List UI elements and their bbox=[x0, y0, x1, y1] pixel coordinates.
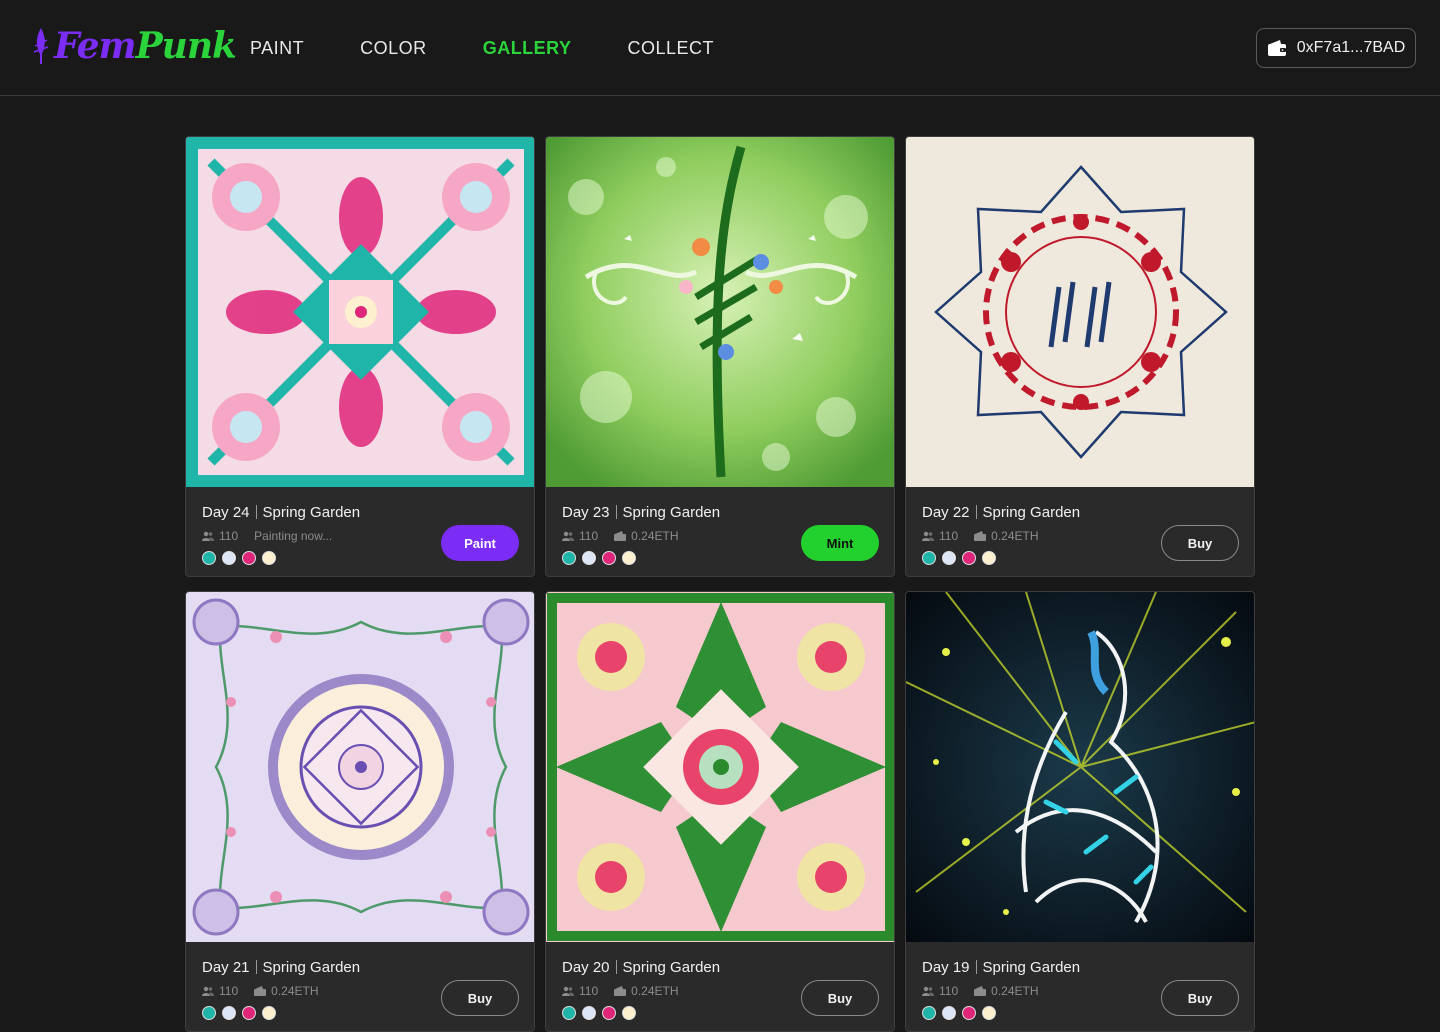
color-swatch bbox=[982, 551, 996, 565]
buy-button[interactable]: Buy bbox=[1161, 525, 1239, 561]
card-price: 0.24ETH bbox=[631, 984, 679, 998]
card-meta: 110 0.24ETH bbox=[922, 529, 1055, 543]
nav-color[interactable]: COLOR bbox=[360, 36, 427, 60]
users-icon bbox=[922, 531, 934, 541]
color-swatch bbox=[622, 1006, 636, 1020]
color-swatch bbox=[622, 551, 636, 565]
color-swatch bbox=[962, 1006, 976, 1020]
color-swatch bbox=[262, 551, 276, 565]
artwork-image-day-20[interactable] bbox=[546, 592, 894, 942]
artwork-card[interactable]: Day 21 Spring Garden 110 0.24ETH Buy bbox=[185, 591, 535, 1032]
card-meta: 110 0.24ETH bbox=[562, 529, 695, 543]
artwork-image-day-22[interactable] bbox=[906, 137, 1254, 487]
color-palette bbox=[202, 1006, 276, 1020]
card-title: Day 23 Spring Garden bbox=[562, 504, 721, 521]
card-price: 0.24ETH bbox=[631, 529, 679, 543]
color-swatch bbox=[962, 551, 976, 565]
gallery-grid: Day 24 Spring Garden 110 Painting now... … bbox=[185, 136, 1255, 1032]
color-swatch bbox=[982, 1006, 996, 1020]
card-title: Day 19 Spring Garden bbox=[922, 959, 1081, 976]
card-title: Day 20 Spring Garden bbox=[562, 959, 721, 976]
owner-count: 110 bbox=[939, 984, 959, 998]
color-palette bbox=[922, 1006, 996, 1020]
users-icon bbox=[562, 986, 574, 996]
nav-gallery[interactable]: GALLERY bbox=[483, 36, 572, 60]
color-swatch bbox=[922, 551, 936, 565]
color-swatch bbox=[222, 1006, 236, 1020]
color-swatch bbox=[922, 1006, 936, 1020]
color-swatch bbox=[262, 1006, 276, 1020]
artwork-image-day-23[interactable] bbox=[546, 137, 894, 487]
owner-count: 110 bbox=[219, 984, 239, 998]
users-icon bbox=[922, 986, 934, 996]
buy-button[interactable]: Buy bbox=[1161, 980, 1239, 1016]
paint-button[interactable]: Paint bbox=[441, 525, 519, 561]
wallet-icon bbox=[1267, 40, 1286, 56]
card-title: Day 24 Spring Garden bbox=[202, 504, 361, 521]
color-swatch bbox=[602, 1006, 616, 1020]
top-header: FemPunk PAINT COLOR GALLERY COLLECT 0xF7… bbox=[0, 0, 1440, 96]
wallet-address: 0xF7a1...7BAD bbox=[1296, 39, 1406, 56]
price-tag-icon bbox=[614, 986, 627, 996]
users-icon bbox=[202, 531, 214, 541]
price-tag-icon bbox=[254, 986, 267, 996]
owner-count: 110 bbox=[939, 529, 959, 543]
card-status: Painting now... bbox=[254, 529, 333, 543]
mint-button[interactable]: Mint bbox=[801, 525, 879, 561]
color-swatch bbox=[242, 1006, 256, 1020]
color-palette bbox=[562, 551, 636, 565]
wallet-button[interactable]: 0xF7a1...7BAD bbox=[1256, 28, 1416, 68]
price-tag-icon bbox=[974, 531, 987, 541]
artwork-image-day-19[interactable] bbox=[906, 592, 1254, 942]
artwork-image-day-21[interactable] bbox=[186, 592, 534, 942]
users-icon bbox=[202, 986, 214, 996]
color-swatch bbox=[202, 1006, 216, 1020]
color-swatch bbox=[942, 1006, 956, 1020]
card-title: Day 21 Spring Garden bbox=[202, 959, 361, 976]
card-price: 0.24ETH bbox=[991, 984, 1039, 998]
feather-icon bbox=[33, 28, 49, 64]
artwork-card[interactable]: Day 20 Spring Garden 110 0.24ETH Buy bbox=[545, 591, 895, 1032]
owner-count: 110 bbox=[219, 529, 239, 543]
main-nav: PAINT COLOR GALLERY COLLECT bbox=[250, 36, 770, 60]
artwork-image-day-24[interactable] bbox=[186, 137, 534, 487]
owner-count: 110 bbox=[579, 529, 599, 543]
buy-button[interactable]: Buy bbox=[801, 980, 879, 1016]
price-tag-icon bbox=[614, 531, 627, 541]
logo-punk-text: Punk bbox=[135, 25, 237, 67]
color-palette bbox=[922, 551, 996, 565]
color-palette bbox=[562, 1006, 636, 1020]
fempunk-logo[interactable]: FemPunk bbox=[32, 18, 237, 74]
price-tag-icon bbox=[974, 986, 987, 996]
artwork-card[interactable]: Day 23 Spring Garden 110 0.24ETH Mint bbox=[545, 136, 895, 577]
card-title: Day 22 Spring Garden bbox=[922, 504, 1081, 521]
logo-fem-text: Fem bbox=[54, 25, 137, 67]
nav-paint[interactable]: PAINT bbox=[250, 36, 304, 60]
color-swatch bbox=[202, 551, 216, 565]
card-price: 0.24ETH bbox=[991, 529, 1039, 543]
color-palette bbox=[202, 551, 276, 565]
color-swatch bbox=[582, 551, 596, 565]
artwork-card[interactable]: Day 22 Spring Garden 110 0.24ETH Buy bbox=[905, 136, 1255, 577]
card-price: 0.24ETH bbox=[271, 984, 319, 998]
color-swatch bbox=[942, 551, 956, 565]
color-swatch bbox=[222, 551, 236, 565]
color-swatch bbox=[562, 1006, 576, 1020]
card-meta: 110 Painting now... bbox=[202, 529, 348, 543]
artwork-card[interactable]: Day 19 Spring Garden 110 0.24ETH Buy bbox=[905, 591, 1255, 1032]
color-swatch bbox=[562, 551, 576, 565]
card-meta: 110 0.24ETH bbox=[922, 984, 1055, 998]
card-meta: 110 0.24ETH bbox=[562, 984, 695, 998]
color-swatch bbox=[582, 1006, 596, 1020]
owner-count: 110 bbox=[579, 984, 599, 998]
users-icon bbox=[562, 531, 574, 541]
color-swatch bbox=[602, 551, 616, 565]
artwork-card[interactable]: Day 24 Spring Garden 110 Painting now... … bbox=[185, 136, 535, 577]
nav-collect[interactable]: COLLECT bbox=[628, 36, 715, 60]
color-swatch bbox=[242, 551, 256, 565]
card-meta: 110 0.24ETH bbox=[202, 984, 335, 998]
buy-button[interactable]: Buy bbox=[441, 980, 519, 1016]
